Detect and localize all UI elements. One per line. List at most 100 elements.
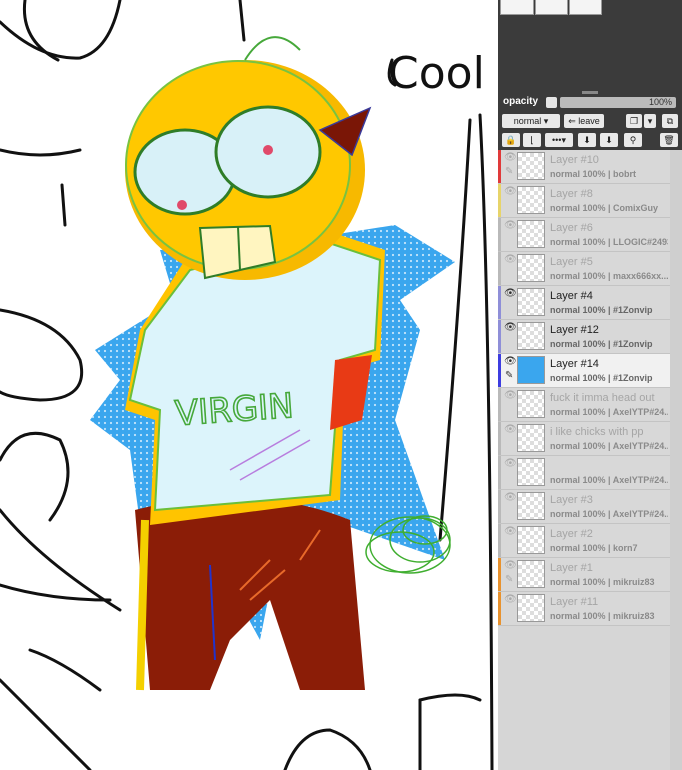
clip-layer-button[interactable]: ⌊ [523, 133, 541, 147]
layer-row[interactable]: 👁 Layer #5 normal 100% | maxx666xx... [498, 252, 670, 286]
add-layer-icon: ⧉ [666, 116, 674, 126]
layer-row[interactable]: 👁 Layer #2 normal 100% | korn7 [498, 524, 670, 558]
lock-layer-button[interactable]: 🔒 [502, 133, 520, 147]
layer-list: 👁 ✎ Layer #10 normal 100% | bobrt 👁 Layer #8 n… [498, 150, 670, 626]
layer-name: Layer #8 [550, 188, 593, 200]
layer-meta: normal 100% | AxelYTP#24... [550, 509, 668, 519]
layer-meta: normal 100% | mikruiz83 [550, 611, 655, 621]
layer-name: Layer #5 [550, 256, 593, 268]
layer-thumbnail [517, 424, 545, 452]
layer-meta: normal 100% | ComixGuy [550, 203, 659, 213]
eye-icon[interactable]: 👁 [504, 493, 517, 503]
duplicate-menu-button[interactable]: ▾ [644, 114, 656, 128]
layer-color-marker [498, 252, 501, 285]
search-button[interactable]: ⚲ [624, 133, 642, 147]
brush-preset-dots-medium[interactable] [535, 0, 568, 15]
layer-color-marker [498, 592, 501, 625]
layer-thumbnail [517, 186, 545, 214]
merge-icon: ⬇ [583, 135, 591, 145]
layer-color-marker [498, 388, 501, 421]
layer-name: Layer #12 [550, 324, 599, 336]
layer-color-marker [498, 184, 501, 217]
eye-icon[interactable]: 👁 [504, 357, 517, 367]
layer-row[interactable]: 👁 fuck it imma head out normal 100% | Axel… [498, 388, 670, 422]
chevron-down-icon: ▾ [543, 116, 549, 126]
layer-row[interactable]: 👁 Layer #3 normal 100% | AxelYTP#24... [498, 490, 670, 524]
eye-icon[interactable]: 👁 [504, 187, 517, 197]
layer-color-marker [498, 558, 501, 591]
layer-meta: normal 100% | AxelYTP#24... [550, 441, 668, 451]
layer-color-marker [498, 150, 501, 183]
layer-name: Layer #14 [550, 358, 599, 370]
layer-color-marker [498, 422, 501, 455]
layer-name: i like chicks with pp [550, 426, 644, 438]
layer-thumbnail [517, 220, 545, 248]
eye-icon[interactable]: 👁 [504, 391, 517, 401]
pencil-icon: ✎ [505, 370, 514, 381]
layer-color-marker [498, 524, 501, 557]
chevron-down-icon: ▾ [647, 116, 653, 126]
layer-row[interactable]: 👁 ✎ Layer #14 normal 100% | #1Zonvip [498, 354, 670, 388]
pencil-icon: ✎ [505, 166, 514, 177]
layer-row[interactable]: 👁 normal 100% | AxelYTP#24... [498, 456, 670, 490]
layer-row[interactable]: 👁 Layer #4 normal 100% | #1Zonvip [498, 286, 670, 320]
eye-icon[interactable]: 👁 [504, 561, 517, 571]
layer-row[interactable]: 👁 Layer #12 normal 100% | #1Zonvip [498, 320, 670, 354]
more-options-button[interactable]: •••▾ [545, 133, 573, 147]
eye-icon[interactable]: 👁 [504, 459, 517, 469]
leave-icon: ⇐ [568, 116, 576, 126]
layer-toolbar-top: normal ▾ ⇐ leave ❐ ▾ ⧉ [498, 111, 682, 130]
layer-row[interactable]: 👁 Layer #11 normal 100% | mikruiz83 [498, 592, 670, 626]
blend-mode-value: normal [513, 116, 542, 126]
layer-meta: normal 100% | LLOGIC#2493 [550, 237, 668, 247]
layer-row[interactable]: 👁 Layer #8 normal 100% | ComixGuy [498, 184, 670, 218]
eye-icon[interactable]: 👁 [504, 221, 517, 231]
brush-preset-dots-large[interactable] [569, 0, 602, 15]
duplicate-layer-button[interactable]: ❐ [626, 114, 642, 128]
layer-meta: normal 100% | AxelYTP#24... [550, 475, 668, 485]
eye-icon[interactable]: 👁 [504, 289, 517, 299]
eye-icon[interactable]: 👁 [504, 595, 517, 605]
layer-name: Layer #11 [550, 596, 599, 608]
eye-icon[interactable]: 👁 [504, 527, 517, 537]
opacity-label: opacity [503, 96, 539, 107]
layer-thumbnail [517, 322, 545, 350]
eye-icon[interactable]: 👁 [504, 153, 517, 163]
layer-meta: normal 100% | #1Zonvip [550, 339, 653, 349]
layer-meta: normal 100% | #1Zonvip [550, 373, 653, 383]
layer-thumbnail [517, 492, 545, 520]
layer-row[interactable]: 👁 i like chicks with pp normal 100% | Axel… [498, 422, 670, 456]
eye-icon[interactable]: 👁 [504, 255, 517, 265]
eye-icon[interactable]: 👁 [504, 323, 517, 333]
layer-name: Layer #4 [550, 290, 593, 302]
blend-mode-select[interactable]: normal ▾ [502, 114, 560, 128]
layer-row[interactable]: 👁 ✎ Layer #10 normal 100% | bobrt [498, 150, 670, 184]
layer-list-scrollbar[interactable] [670, 150, 682, 770]
leave-label: leave [578, 116, 600, 126]
move-down-button[interactable]: ⬇ [600, 133, 618, 147]
layer-meta: normal 100% | #1Zonvip [550, 305, 653, 315]
layer-thumbnail [517, 254, 545, 282]
leave-button[interactable]: ⇐ leave [564, 114, 604, 128]
clip-icon: ⌊ [530, 135, 534, 145]
eye-icon[interactable]: 👁 [504, 425, 517, 435]
copy-icon: ❐ [629, 116, 639, 126]
drawing-canvas[interactable]: Cool VIRGIN [0, 0, 498, 770]
lock-icon: 🔒 [505, 135, 517, 145]
merge-down-button[interactable]: ⬇ [578, 133, 596, 147]
add-layer-button[interactable]: ⧉ [662, 114, 678, 128]
layer-color-marker [498, 490, 501, 523]
brush-preset-dots-small[interactable] [500, 0, 534, 15]
layer-row[interactable]: 👁 Layer #6 normal 100% | LLOGIC#2493 [498, 218, 670, 252]
layer-meta: normal 100% | AxelYTP#24... [550, 407, 668, 417]
opacity-handle[interactable] [546, 97, 557, 108]
layer-color-marker [498, 456, 501, 489]
more-icon: •••▾ [552, 135, 566, 145]
opacity-slider[interactable]: 100% [560, 97, 676, 108]
layer-row[interactable]: 👁 ✎ Layer #1 normal 100% | mikruiz83 [498, 558, 670, 592]
delete-layer-button[interactable]: 🗑 [660, 133, 678, 147]
layer-meta: normal 100% | korn7 [550, 543, 638, 553]
layer-toolbar-bottom: 🔒 ⌊ •••▾ ⬇ ⬇ ⚲ 🗑 [498, 130, 682, 150]
layer-thumbnail [517, 560, 545, 588]
layer-meta: normal 100% | mikruiz83 [550, 577, 655, 587]
